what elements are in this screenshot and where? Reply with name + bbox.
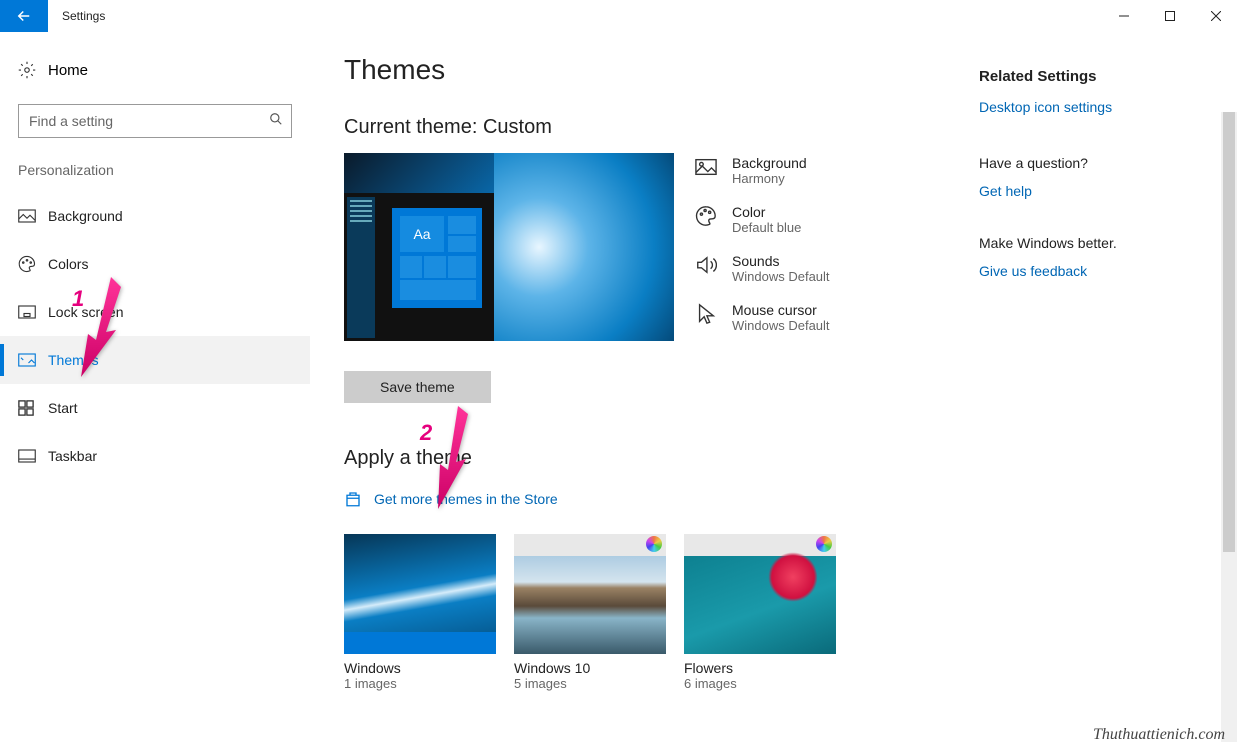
sidebar-item-label: Start bbox=[48, 400, 78, 416]
minimize-button[interactable] bbox=[1101, 0, 1147, 32]
better-header: Make Windows better. bbox=[979, 235, 1219, 251]
page-title: Themes bbox=[344, 54, 979, 86]
sidebar-item-label: Taskbar bbox=[48, 448, 97, 464]
speaker-icon bbox=[695, 254, 717, 276]
back-arrow-icon bbox=[15, 7, 33, 25]
question-header: Have a question? bbox=[979, 155, 1219, 171]
scroll-thumb[interactable] bbox=[1223, 112, 1235, 552]
sidebar-item-label: Lock screen bbox=[48, 304, 123, 320]
sidebar-item-label: Colors bbox=[48, 256, 88, 272]
preview-aa: Aa bbox=[400, 216, 444, 252]
prop-label: Sounds bbox=[732, 253, 830, 269]
color-wheel-icon bbox=[646, 536, 662, 552]
prop-label: Background bbox=[732, 155, 807, 171]
desktop-icon-settings-link[interactable]: Desktop icon settings bbox=[979, 99, 1219, 115]
titlebar: Settings bbox=[0, 0, 1239, 32]
picture-icon bbox=[695, 158, 717, 176]
window-controls bbox=[1101, 0, 1239, 32]
sidebar-item-label: Themes bbox=[48, 352, 99, 368]
theme-count: 6 images bbox=[684, 676, 836, 691]
color-wheel-icon bbox=[816, 536, 832, 552]
sidebar-item-taskbar[interactable]: Taskbar bbox=[0, 432, 310, 480]
store-icon bbox=[344, 490, 362, 508]
right-panel: Related Settings Desktop icon settings H… bbox=[979, 32, 1239, 754]
prop-value: Windows Default bbox=[732, 318, 830, 333]
start-icon bbox=[18, 400, 34, 416]
prop-label: Color bbox=[732, 204, 801, 220]
close-button[interactable] bbox=[1193, 0, 1239, 32]
themes-icon bbox=[18, 353, 36, 367]
sidebar-item-start[interactable]: Start bbox=[0, 384, 310, 432]
prop-mouse[interactable]: Mouse cursorWindows Default bbox=[694, 302, 830, 333]
prop-background[interactable]: BackgroundHarmony bbox=[694, 155, 830, 186]
theme-thumbnail bbox=[514, 534, 666, 654]
home-label: Home bbox=[48, 62, 88, 79]
theme-preview: Aa bbox=[344, 153, 674, 341]
store-link-text: Get more themes in the Store bbox=[374, 491, 558, 507]
save-theme-button[interactable]: Save theme bbox=[344, 371, 491, 403]
back-button[interactable] bbox=[0, 0, 48, 32]
theme-grid: Windows 1 images Windows 10 5 images Flo… bbox=[344, 534, 979, 691]
apply-theme-header: Apply a theme bbox=[344, 447, 979, 470]
prop-sounds[interactable]: SoundsWindows Default bbox=[694, 253, 830, 284]
related-settings-header: Related Settings bbox=[979, 68, 1219, 85]
taskbar-icon bbox=[18, 449, 36, 463]
sidebar-item-background[interactable]: Background bbox=[0, 192, 310, 240]
search-box[interactable] bbox=[18, 104, 292, 138]
maximize-button[interactable] bbox=[1147, 0, 1193, 32]
sidebar: Home Personalization Background Colors L… bbox=[0, 32, 310, 754]
theme-name: Windows bbox=[344, 660, 496, 676]
search-icon bbox=[269, 112, 283, 131]
sidebar-item-label: Background bbox=[48, 208, 123, 224]
sidebar-item-themes[interactable]: Themes bbox=[0, 336, 310, 384]
sidebar-item-lockscreen[interactable]: Lock screen bbox=[0, 288, 310, 336]
home-nav[interactable]: Home bbox=[0, 50, 310, 90]
watermark: Thuthuattienich.com bbox=[1093, 726, 1225, 744]
palette-icon bbox=[18, 255, 36, 273]
theme-thumbnail bbox=[344, 534, 496, 654]
theme-card-windows10[interactable]: Windows 10 5 images bbox=[514, 534, 666, 691]
search-input[interactable] bbox=[29, 113, 269, 129]
theme-count: 5 images bbox=[514, 676, 666, 691]
theme-thumbnail bbox=[684, 534, 836, 654]
store-link-row[interactable]: Get more themes in the Store bbox=[344, 490, 979, 508]
scrollbar[interactable] bbox=[1221, 112, 1237, 742]
theme-properties: BackgroundHarmony ColorDefault blue Soun… bbox=[694, 153, 830, 341]
feedback-link[interactable]: Give us feedback bbox=[979, 263, 1219, 279]
cursor-icon bbox=[696, 303, 716, 325]
lockscreen-icon bbox=[18, 305, 36, 319]
sidebar-item-colors[interactable]: Colors bbox=[0, 240, 310, 288]
current-theme-header: Current theme: Custom bbox=[344, 116, 979, 139]
prop-value: Harmony bbox=[732, 171, 807, 186]
gear-icon bbox=[18, 61, 36, 79]
prop-label: Mouse cursor bbox=[732, 302, 830, 318]
theme-name: Windows 10 bbox=[514, 660, 666, 676]
picture-icon bbox=[18, 209, 36, 223]
prop-color[interactable]: ColorDefault blue bbox=[694, 204, 830, 235]
prop-value: Default blue bbox=[732, 220, 801, 235]
main-content: Themes Current theme: Custom Aa bbox=[310, 32, 979, 754]
prop-value: Windows Default bbox=[732, 269, 830, 284]
theme-count: 1 images bbox=[344, 676, 496, 691]
get-help-link[interactable]: Get help bbox=[979, 183, 1219, 199]
theme-card-flowers[interactable]: Flowers 6 images bbox=[684, 534, 836, 691]
theme-card-windows[interactable]: Windows 1 images bbox=[344, 534, 496, 691]
theme-name: Flowers bbox=[684, 660, 836, 676]
sidebar-section-header: Personalization bbox=[0, 162, 310, 178]
window-title: Settings bbox=[48, 0, 105, 32]
palette-icon bbox=[695, 205, 717, 227]
